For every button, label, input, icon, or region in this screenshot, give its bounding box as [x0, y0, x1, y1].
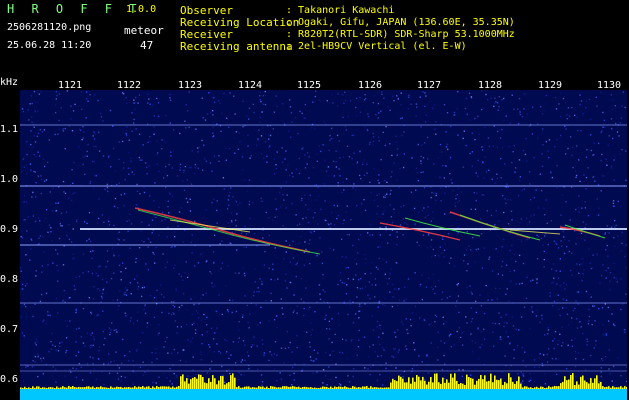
y-tick: 1.1 [0, 124, 19, 135]
y-tick: 0.9 [0, 224, 19, 235]
meteor-trace [169, 219, 251, 233]
receiver-value: : R820T2(RTL-SDR) SDR-Sharp 53.1000MHz [286, 29, 515, 40]
meteor-trace [379, 222, 461, 241]
y-tick: 0.7 [0, 324, 19, 335]
file-name: 2506281120.png [7, 22, 92, 33]
app-title: H R O F F T [7, 2, 142, 16]
y-axis-unit: kHz [0, 77, 19, 88]
timestamp: 25.06.28 11:20 [7, 40, 92, 51]
baseline-bar [20, 389, 627, 400]
observer-value: : Takanori Kawachi [286, 5, 395, 16]
hroft-spectrogram-window: H R O F F T 1.0.0 2506281120.png 25.06.2… [0, 0, 629, 400]
meteor-trace [564, 224, 606, 239]
y-tick: 0.6 [0, 374, 19, 385]
y-tick: 1.0 [0, 174, 19, 185]
antenna-value: : 2el-HB9CV Vertical (el. E-W) [286, 41, 467, 52]
meteor-trace [404, 217, 481, 237]
activity-histogram [20, 373, 627, 389]
y-tick: 0.8 [0, 274, 19, 285]
meteor-count: 47 [140, 39, 154, 52]
meteor-label: meteor [124, 24, 164, 37]
noise-field [20, 90, 627, 387]
location-value: : Ogaki, Gifu, JAPAN (136.60E, 35.35N) [286, 17, 515, 28]
spectrogram-plot [20, 90, 627, 394]
antenna-label: Receiving antenna [180, 40, 293, 53]
spectrogram-canvas [20, 90, 627, 389]
app-version: 1.0.0 [126, 4, 157, 15]
